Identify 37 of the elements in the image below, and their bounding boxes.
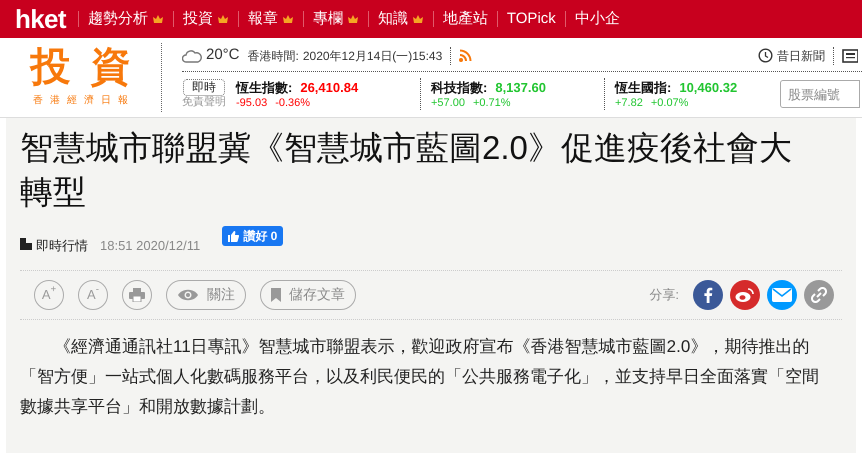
archive-link[interactable]: 昔日新聞 xyxy=(777,46,834,64)
index-percent: +0.07% xyxy=(650,97,688,110)
stock-code-field[interactable]: 股票編號 xyxy=(780,80,860,108)
realtime-button[interactable]: 即時 xyxy=(183,79,225,96)
index-change: -95.03 xyxy=(236,97,268,110)
index-value: 8,137.60 xyxy=(495,78,546,97)
like-button[interactable]: 讚好 0 xyxy=(222,226,284,246)
brand-subtitle: 香港經濟日報 xyxy=(32,94,135,108)
category-label: 即時行情 xyxy=(36,237,88,255)
index-percent: +0.71% xyxy=(472,97,511,110)
share-label: 分享: xyxy=(649,286,679,304)
publish-time: 18:51 2020/12/11 xyxy=(100,237,200,255)
nav-link[interactable]: 專欄 xyxy=(312,8,343,30)
nav-link[interactable]: 中小企 xyxy=(574,8,620,30)
time-label: 香港時間: xyxy=(248,48,299,64)
nav-link[interactable]: 投資 xyxy=(182,8,213,30)
save-article-button[interactable]: 儲存文章 xyxy=(260,280,356,310)
index-change: +7.82 xyxy=(615,97,643,110)
brand-title: 投資 xyxy=(28,47,150,87)
nav-link[interactable]: 趨勢分析 xyxy=(88,8,148,30)
nav-link[interactable]: 地產站 xyxy=(442,8,488,30)
index-value: 10,460.32 xyxy=(679,78,738,97)
index-value: 26,410.84 xyxy=(300,78,358,97)
index-name: 恆生指數: xyxy=(236,78,292,97)
index-change: +57.00 xyxy=(431,97,465,110)
follow-button[interactable]: 關注 xyxy=(166,280,246,310)
index-percent: -0.36% xyxy=(275,97,310,110)
logo[interactable]: hket xyxy=(15,0,78,38)
index-name: 科技指數: xyxy=(431,78,488,97)
nav-link[interactable]: 知識 xyxy=(378,8,408,30)
nav-link[interactable]: 報章 xyxy=(248,8,278,30)
date-time: 2020年12月14日(一)15:43 xyxy=(302,46,452,64)
temperature: 20°C xyxy=(206,45,240,66)
article-title: 智慧城市聯盟冀《智慧城市藍圖2.0》促進疫後社會大轉型 xyxy=(20,128,793,212)
nav-link[interactable]: TOPick xyxy=(506,8,556,30)
index-name: 恆生國指: xyxy=(615,78,672,97)
article-paragraph: 《經濟通通訊社11日專訊》智慧城市聯盟表示，歡迎政府宣布《香港智慧城市藍圖2.0》，期待推出的「智方便」一站式個人化數碼服務平台，以及利民便民的「公共服務電子化」，並支持早日全面落實「空間數據共享平台」和開放數據計劃。 xyxy=(20,336,820,418)
